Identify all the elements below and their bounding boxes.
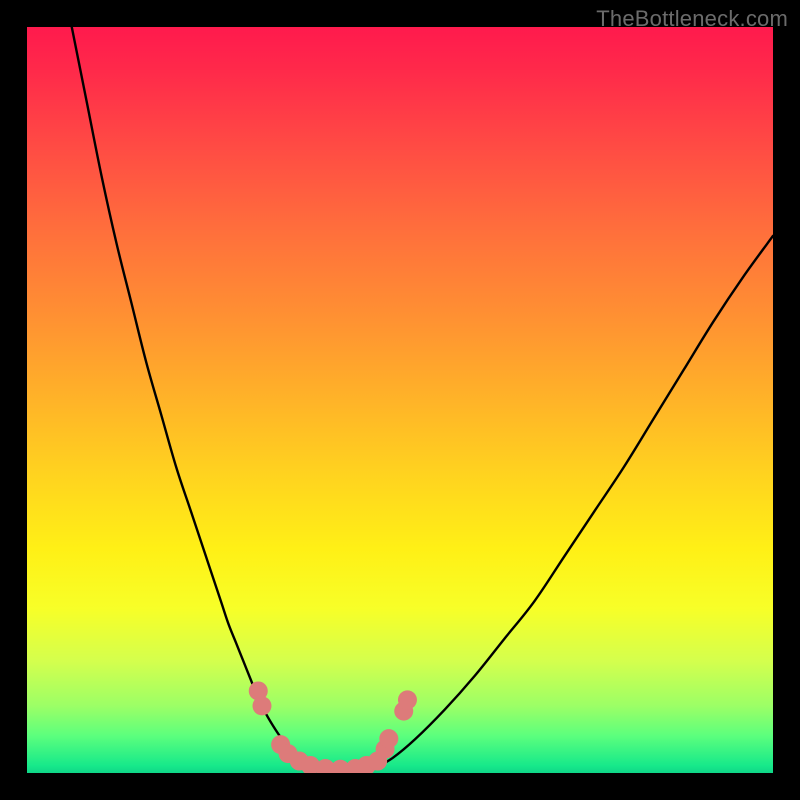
chart-frame: TheBottleneck.com (0, 0, 800, 800)
data-marker (379, 729, 398, 748)
plot-area (27, 27, 773, 773)
watermark-text: TheBottleneck.com (596, 6, 788, 32)
data-marker (252, 696, 271, 715)
data-marker (398, 690, 417, 709)
curve-layer (27, 27, 773, 773)
bottleneck-curve (72, 27, 773, 772)
